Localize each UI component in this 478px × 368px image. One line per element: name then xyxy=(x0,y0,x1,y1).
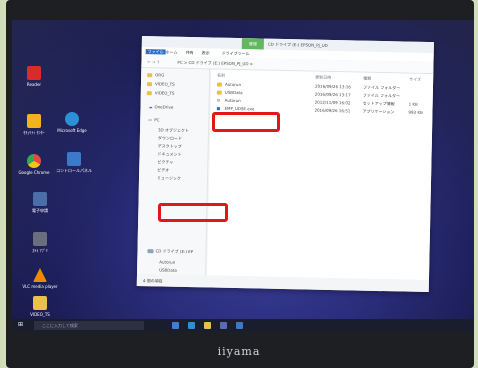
start-button[interactable]: ⊞ xyxy=(18,322,23,328)
cd-drive-icon xyxy=(147,249,154,254)
vlc-icon xyxy=(33,268,47,282)
nav-item-pc[interactable]: PC xyxy=(154,117,159,122)
column-header-date[interactable]: 更新日時 xyxy=(315,75,331,80)
highlight-exe-file xyxy=(212,112,280,132)
folder-icon xyxy=(216,90,222,95)
taskbar-search-box[interactable]: ここに入力して検索 xyxy=(34,321,144,330)
file-size: 993 KB xyxy=(408,109,423,115)
address-path: PC > CD ドライブ (E:) EPSON_PJ_UD > xyxy=(177,59,254,67)
mail-taskbar-icon[interactable] xyxy=(236,322,243,329)
nav-item[interactable]: デスクトップ xyxy=(158,143,182,149)
exe-file-icon: ■ xyxy=(216,105,221,111)
cloud-icon: ☁ xyxy=(148,104,153,110)
control-panel-icon xyxy=(67,152,81,166)
application-icon xyxy=(33,192,47,206)
file-type: セットアップ情報 xyxy=(362,100,395,107)
nav-item[interactable]: VIDEO_TS xyxy=(155,81,175,86)
edge-taskbar-icon[interactable] xyxy=(188,322,195,329)
nav-item[interactable]: USBData xyxy=(159,267,177,272)
nav-item[interactable]: ORG xyxy=(155,72,164,77)
tab-home[interactable]: ホーム xyxy=(166,49,178,54)
desktop-icon-label: Reader xyxy=(26,82,42,87)
folder-icon xyxy=(216,82,223,87)
file-explorer-window[interactable]: 管理 CD ドライブ (E:) EPSON_PJ_UD ファイル ホーム 共有 … xyxy=(136,36,434,293)
taskbar: ⊞ ここに入力して検索 xyxy=(12,319,474,332)
pc-icon: ▭ xyxy=(148,117,153,123)
file-name: USBData xyxy=(224,89,243,96)
folder-icon xyxy=(147,73,153,78)
monitor-brand-logo: iiyama xyxy=(217,345,261,358)
desktop-icon-label: ｶﾒﾗ ｱﾌﾟﾘ xyxy=(32,248,48,253)
reader-icon xyxy=(27,66,41,80)
desktop-icon-edge[interactable]: Microsoft Edge xyxy=(50,112,94,133)
highlight-cd-drive xyxy=(158,203,228,222)
nav-item[interactable]: ビデオ xyxy=(157,167,169,172)
file-name: EMP_UDSE.exe xyxy=(224,105,255,112)
nav-item-onedrive[interactable]: OneDrive xyxy=(154,104,173,109)
camera-icon xyxy=(33,232,47,246)
folder-icon xyxy=(33,296,47,310)
file-type: アプリケーション xyxy=(362,108,395,115)
folder-icon xyxy=(146,91,152,96)
desktop-icon-label: VIDEO_TS xyxy=(30,312,50,317)
nav-item[interactable]: VIDEO_TS xyxy=(155,90,175,95)
chrome-icon xyxy=(27,154,41,168)
file-name: Autorun xyxy=(224,97,241,104)
nav-item-cd-drive[interactable]: CD ドライブ (E:) EP xyxy=(155,248,193,254)
desktop-icon-reader[interactable]: Reader xyxy=(12,66,56,87)
file-date: 2012/11/09 16:02 xyxy=(314,99,351,106)
column-header-type[interactable]: 種類 xyxy=(363,76,371,81)
file-date: 2016/09/26 13:16 xyxy=(314,83,351,90)
file-list: 名前 更新日時 種類 サイズ Autorun 2016/09/26 13:16 … xyxy=(207,69,434,281)
nav-item[interactable]: 3D オブジェクト xyxy=(158,127,189,133)
status-item-count: 4 個の項目 xyxy=(142,278,163,284)
column-header-name[interactable]: 名前 xyxy=(217,73,225,78)
photo-background: Reader ｾｷｭﾘﾃｨ ｾﾝﾀｰ Microsoft Edge Google… xyxy=(0,0,478,368)
desktop-icon-chrome[interactable]: Google Chrome xyxy=(12,154,56,175)
desktop-icon-label: Google Chrome xyxy=(18,170,50,175)
desktop-icon-vlc[interactable]: VLC media player xyxy=(18,268,62,289)
desktop-icon-control-panel[interactable]: コントロールパネル xyxy=(52,152,96,173)
nav-item[interactable]: ミュージック xyxy=(157,175,181,180)
column-header-size[interactable]: サイズ xyxy=(409,77,421,82)
store-taskbar-icon[interactable] xyxy=(220,322,227,329)
tab-file[interactable]: ファイル xyxy=(145,49,166,55)
task-view-icon[interactable] xyxy=(172,322,179,329)
file-type: ファイル フォルダー xyxy=(362,92,401,99)
explorer-taskbar-icon[interactable] xyxy=(204,322,211,329)
file-date: 2016/09/26 16:51 xyxy=(314,107,351,114)
monitor-bezel: Reader ｾｷｭﾘﾃｨ ｾﾝﾀｰ Microsoft Edge Google… xyxy=(6,0,474,368)
nav-item[interactable]: ドキュメント xyxy=(157,151,181,157)
window-title: CD ドライブ (E:) EPSON_PJ_UD xyxy=(267,41,328,48)
desktop-icon-label: コントロールパネル xyxy=(56,168,92,173)
folder-icon xyxy=(146,82,153,87)
desktop-icon-video-ts[interactable]: VIDEO_TS xyxy=(18,296,62,317)
desktop-icon-label: ｾｷｭﾘﾃｨ ｾﾝﾀｰ xyxy=(23,130,45,135)
tab-manage[interactable]: 管理 xyxy=(241,38,264,50)
nav-item[interactable]: ピクチャ xyxy=(157,159,173,164)
tab-drive-tools[interactable]: ドライブツール xyxy=(222,51,250,57)
navigation-pane: ORG VIDEO_TS VIDEO_TS ☁ OneDrive ▭ PC 3D… xyxy=(137,67,211,276)
settings-file-icon: ⚙ xyxy=(216,97,221,103)
nav-arrows[interactable]: ← → ↑ xyxy=(147,59,160,64)
file-size: 1 KB xyxy=(408,101,418,107)
security-center-icon xyxy=(27,114,41,128)
desktop-icon-label: VLC media player xyxy=(22,284,58,289)
tab-view[interactable]: 表示 xyxy=(202,50,210,55)
file-type: ファイル フォルダー xyxy=(362,84,401,91)
desktop-icon-label: Microsoft Edge xyxy=(57,128,87,133)
tab-share[interactable]: 共有 xyxy=(186,50,194,55)
desktop-icon-e-application[interactable]: 電子申請 xyxy=(18,192,62,213)
nav-item[interactable]: ダウンロード xyxy=(158,135,182,141)
desktop-icon-camera[interactable]: ｶﾒﾗ ｱﾌﾟﾘ xyxy=(18,232,62,253)
edge-icon xyxy=(65,112,79,126)
desktop-screen: Reader ｾｷｭﾘﾃｨ ｾﾝﾀｰ Microsoft Edge Google… xyxy=(12,20,474,332)
nav-item[interactable]: Autorun xyxy=(159,259,175,264)
desktop-icon-label: 電子申請 xyxy=(32,208,48,213)
file-name: Autorun xyxy=(224,81,242,88)
file-date: 2016/09/26 13:17 xyxy=(314,91,351,98)
